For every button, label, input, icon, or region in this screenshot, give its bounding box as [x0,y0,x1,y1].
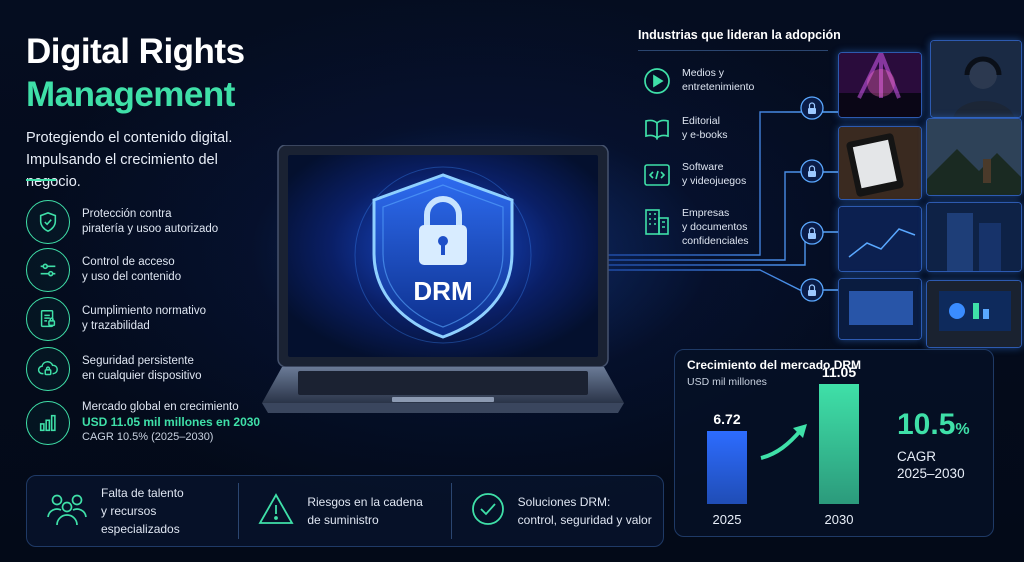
building-icon [642,206,672,236]
industry-line2: entretenimiento [682,81,755,93]
industry-line2: y videojuegos [682,175,747,187]
industry-line1: Editorial [682,115,720,127]
game-scene-thumbnail [926,118,1022,196]
industry-enterprise: Empresas y documentos confidenciales [642,206,749,248]
headphones-user-thumbnail [930,40,1022,118]
cagr-label-text: CAGR [897,449,937,464]
bar-category-label: 2030 [824,512,854,527]
industry-line2: y e-books [682,129,728,141]
industry-software: Software y videojuegos [642,160,746,190]
cagr-number: 10.5 [897,408,956,441]
laptop-illustration: DRM [262,145,624,413]
ebook-reader-thumbnail [838,126,922,200]
drm-screen-label: DRM [413,276,472,306]
industry-line1: Software [682,161,724,173]
industry-text: Editorial y e-books [682,114,728,142]
industry-text: Empresas y documentos confidenciales [682,206,749,248]
growth-arrow-icon [760,424,807,460]
cagr-value: 10.5% [897,408,970,442]
cagr-period: 2025–2030 [897,466,965,481]
industries-divider [638,50,828,51]
industry-text: Software y videojuegos [682,160,746,188]
bar-2030 [819,384,859,504]
bar-value-label: 6.72 [713,411,741,428]
chart-unit-label: USD mil millones [687,376,767,388]
market-growth-panel: Crecimiento del mercado DRM USD mil mill… [674,349,994,537]
industry-publishing: Editorial y e-books [642,114,728,144]
industry-line1: Medios y [682,67,725,79]
code-icon [642,160,672,190]
cagr-unit: % [955,421,970,438]
concert-thumbnail [838,52,922,118]
industry-media: Medios y entretenimiento [642,66,754,96]
industry-line3: confidenciales [682,235,749,247]
analytics-laptop-thumbnail [926,280,1022,348]
play-icon [642,66,672,96]
industry-line2: y documentos [682,221,748,233]
industry-text: Medios y entretenimiento [682,66,754,94]
cagr-label: CAGR 2025–2030 [897,448,965,482]
office-building-thumbnail [926,202,1022,272]
bar-2025 [707,431,747,504]
industries-title: Industrias que lideran la adopción [638,28,841,42]
data-screen-thumbnail [838,206,922,272]
bar-category-label: 2025 [712,512,742,527]
book-icon [642,114,672,144]
industry-line1: Empresas [682,207,730,219]
office-workspace-thumbnail [838,278,922,340]
bar-value-label: 11.05 [821,364,857,381]
